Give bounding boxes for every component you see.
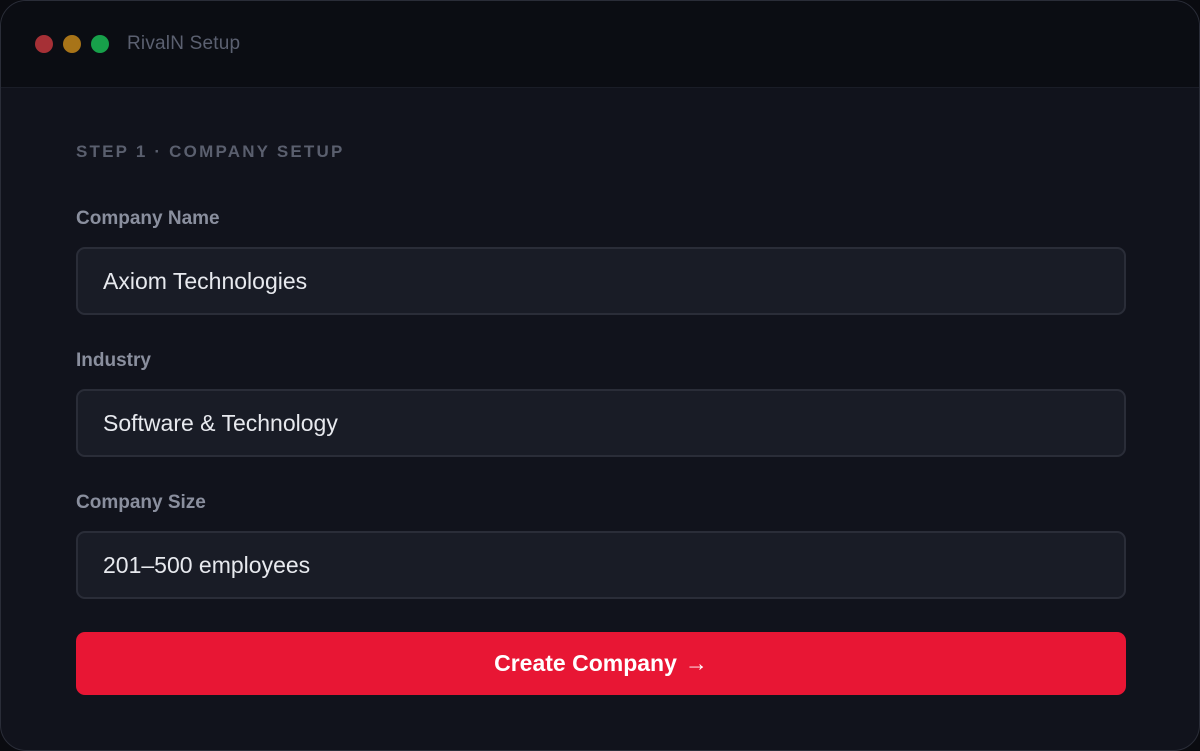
setup-window: RivalN Setup STEP 1 · COMPANY SETUP Comp… bbox=[0, 0, 1200, 751]
create-company-label: Create Company bbox=[494, 650, 677, 676]
company-size-input[interactable]: 201–500 employees bbox=[76, 531, 1126, 599]
company-name-input[interactable]: Axiom Technologies bbox=[76, 247, 1126, 315]
industry-input[interactable]: Software & Technology bbox=[76, 389, 1126, 457]
window-title: RivalN Setup bbox=[127, 33, 241, 54]
minimize-window-button[interactable] bbox=[63, 35, 81, 53]
company-name-label: Company Name bbox=[76, 208, 220, 229]
company-size-label: Company Size bbox=[76, 492, 206, 513]
create-company-button[interactable]: Create Company → bbox=[76, 632, 1126, 695]
industry-label: Industry bbox=[76, 350, 151, 371]
maximize-window-button[interactable] bbox=[91, 35, 109, 53]
title-bar: RivalN Setup bbox=[1, 1, 1199, 88]
arrow-right-icon: → bbox=[684, 650, 708, 676]
company-setup-form: STEP 1 · COMPANY SETUP Company Name Axio… bbox=[76, 88, 1126, 695]
step-indicator: STEP 1 · COMPANY SETUP bbox=[76, 142, 345, 161]
close-window-button[interactable] bbox=[35, 35, 53, 53]
